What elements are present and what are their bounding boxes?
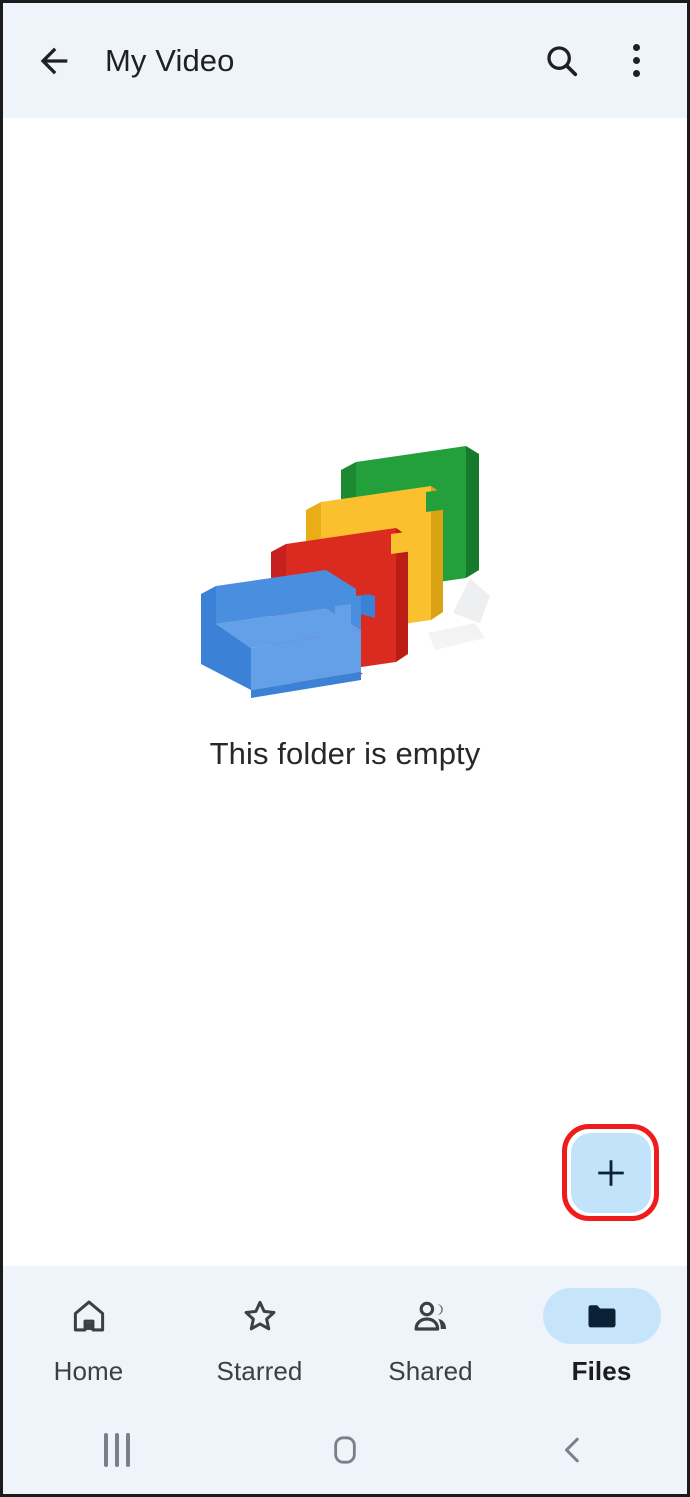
search-button[interactable] xyxy=(529,28,595,94)
fab-highlight-annotation xyxy=(562,1124,659,1221)
more-vertical-icon xyxy=(632,44,640,77)
nav-item-files[interactable]: Files xyxy=(516,1288,687,1387)
overflow-menu-button[interactable] xyxy=(603,28,669,94)
folder-icon xyxy=(588,1305,615,1328)
recents-icon xyxy=(104,1433,130,1467)
page-title: My Video xyxy=(105,42,235,78)
empty-state-message: This folder is empty xyxy=(209,736,481,771)
nav-pill-home xyxy=(30,1288,148,1344)
empty-state: This folder is empty xyxy=(3,418,687,772)
back-chevron-icon xyxy=(564,1437,579,1463)
add-button[interactable] xyxy=(570,1132,651,1213)
star-icon xyxy=(244,1300,275,1331)
nav-item-shared[interactable]: Shared xyxy=(345,1288,516,1387)
bottom-navigation: Home Starred Shared Files xyxy=(3,1266,687,1406)
home-icon xyxy=(73,1300,104,1332)
nav-label-starred: Starred xyxy=(216,1356,303,1386)
nav-label-shared: Shared xyxy=(388,1356,473,1386)
nav-label-home: Home xyxy=(53,1356,124,1386)
people-icon xyxy=(414,1301,446,1331)
empty-folders-illustration xyxy=(201,446,490,698)
nav-pill-starred xyxy=(201,1288,319,1344)
plus-icon xyxy=(597,1159,624,1186)
nav-pill-shared xyxy=(372,1288,490,1344)
nav-item-home[interactable]: Home xyxy=(3,1288,174,1387)
nav-label-files: Files xyxy=(571,1356,632,1386)
search-icon xyxy=(547,45,578,76)
home-square-icon xyxy=(334,1436,356,1464)
system-back-button[interactable] xyxy=(459,1433,687,1467)
system-home-button[interactable] xyxy=(231,1433,459,1467)
nav-pill-files xyxy=(542,1288,661,1344)
android-system-navigation xyxy=(3,1406,687,1494)
back-button[interactable] xyxy=(19,26,89,96)
main-content: This folder is empty xyxy=(3,118,687,1266)
arrow-left-icon xyxy=(40,47,68,74)
phone-screen: My Video This folder is empty Home Starr… xyxy=(0,0,690,1497)
app-bar: My Video xyxy=(3,3,687,118)
system-recents-button[interactable] xyxy=(3,1433,231,1467)
app-bar-actions xyxy=(529,28,687,94)
nav-item-starred[interactable]: Starred xyxy=(174,1288,345,1387)
